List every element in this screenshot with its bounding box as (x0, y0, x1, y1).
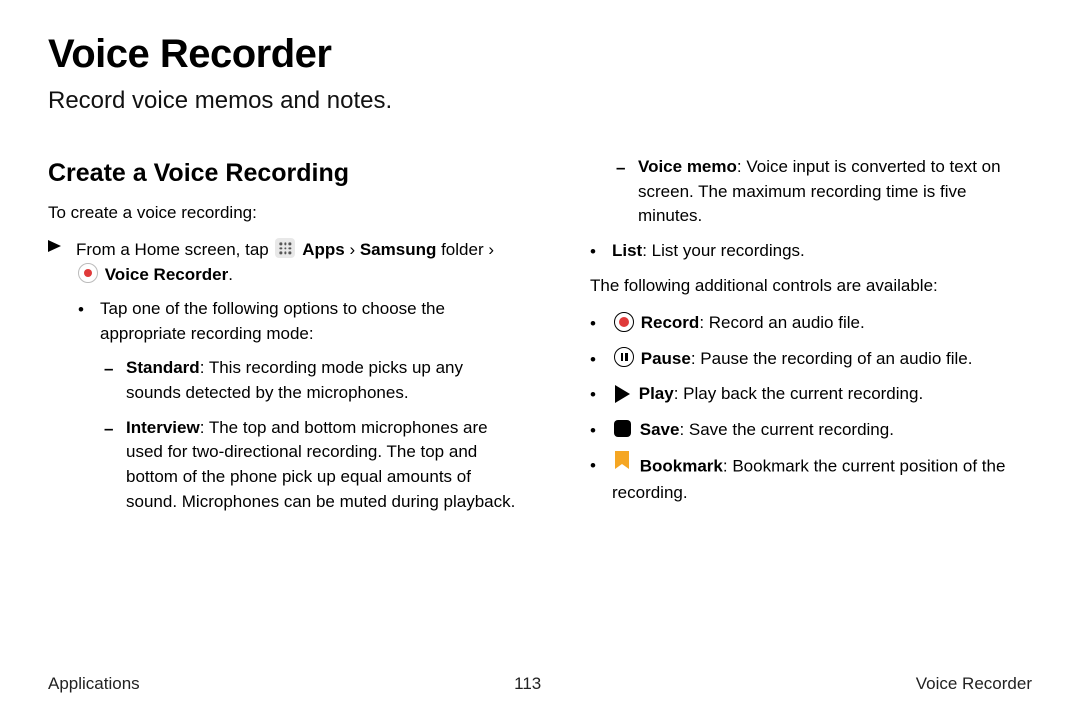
control-desc: : Play back the current recording. (674, 384, 923, 403)
footer-right: Voice Recorder (916, 674, 1032, 694)
right-column: – Voice memo: Voice input is converted t… (560, 155, 1032, 524)
control-name: Record (641, 313, 700, 332)
list-desc: : List your recordings. (642, 241, 805, 260)
control-record: • Record: Record an audio file. (590, 311, 1032, 337)
footer-left: Applications (48, 674, 140, 694)
apps-icon (275, 238, 295, 258)
control-desc: : Save the current recording. (679, 420, 894, 439)
control-name: Play (639, 384, 674, 403)
triangle-bullet-icon (48, 238, 76, 287)
bookmark-icon (613, 451, 631, 479)
mode-standard: – Standard: This recording mode picks up… (104, 356, 520, 405)
mode-name: Interview (126, 418, 200, 437)
controls-intro: The following additional controls are av… (590, 274, 1032, 299)
control-name: Pause (641, 349, 691, 368)
section-heading: Create a Voice Recording (48, 155, 520, 191)
bullet-icon: • (590, 382, 612, 408)
voice-recorder-label: Voice Recorder (105, 265, 228, 284)
bullet-icon: • (590, 418, 612, 444)
control-name: Bookmark (640, 456, 723, 475)
folder-text: folder (436, 240, 483, 259)
control-name: Save (640, 420, 680, 439)
mode-voicememo: – Voice memo: Voice input is converted t… (616, 155, 1032, 229)
record-icon (614, 312, 634, 332)
control-play: • Play: Play back the current recording. (590, 382, 1032, 408)
control-pause: • Pause: Pause the recording of an audio… (590, 347, 1032, 373)
control-desc: : Pause the recording of an audio file. (691, 349, 973, 368)
left-column: Create a Voice Recording To create a voi… (48, 155, 520, 524)
mode-name: Standard (126, 358, 200, 377)
dash-bullet-icon: – (616, 155, 638, 229)
play-icon (615, 385, 630, 403)
content-columns: Create a Voice Recording To create a voi… (48, 155, 1032, 524)
modes-intro: Tap one of the following options to choo… (100, 297, 520, 346)
bullet-icon: • (590, 239, 612, 265)
section-intro: To create a voice recording: (48, 201, 520, 226)
bullet-icon: • (78, 297, 100, 346)
separator-icon: › (484, 240, 494, 259)
footer-page-number: 113 (514, 674, 541, 694)
separator-icon: › (345, 240, 360, 259)
apps-label: Apps (302, 240, 345, 259)
save-icon (614, 420, 631, 437)
pause-icon (614, 347, 634, 367)
control-desc: : Record an audio file. (699, 313, 864, 332)
modes-intro-item: • Tap one of the following options to ch… (78, 297, 520, 346)
mode-interview: – Interview: The top and bottom micropho… (104, 416, 520, 515)
page-title: Voice Recorder (48, 32, 1032, 77)
dash-bullet-icon: – (104, 356, 126, 405)
list-name: List (612, 241, 642, 260)
page-footer: Applications 113 Voice Recorder (48, 674, 1032, 694)
dash-bullet-icon: – (104, 416, 126, 515)
samsung-label: Samsung (360, 240, 437, 259)
control-save: • Save: Save the current recording. (590, 418, 1032, 444)
voice-recorder-icon (78, 263, 98, 283)
page-subtitle: Record voice memos and notes. (48, 87, 1032, 115)
bullet-icon: • (590, 453, 612, 505)
nav-step: From a Home screen, tap Apps › Samsung f… (48, 238, 520, 287)
list-item: • List: List your recordings. (590, 239, 1032, 265)
bullet-icon: • (590, 347, 612, 373)
mode-name: Voice memo (638, 157, 737, 176)
bullet-icon: • (590, 311, 612, 337)
nav-prefix: From a Home screen, tap (76, 240, 269, 259)
control-bookmark: • Bookmark: Bookmark the current positio… (590, 453, 1032, 505)
